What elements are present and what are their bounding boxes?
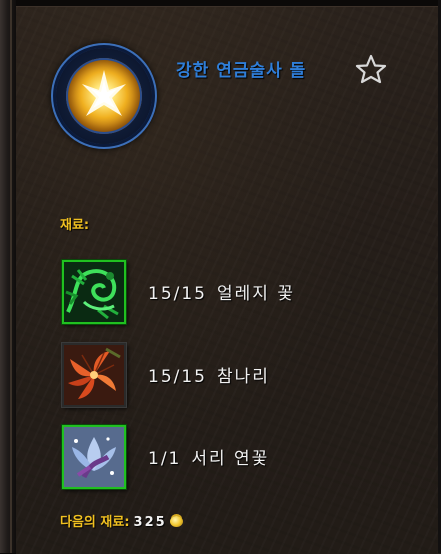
reagent-count: 15/15 — [148, 367, 207, 387]
reagent-name: 얼레지 꽃 — [217, 284, 295, 304]
recipe-detail-window: 강한 연금술사 돌 재료: 15/15 얼레지 꽃 15/15 참나리 1/1 … — [0, 0, 441, 554]
herb-green-icon[interactable] — [62, 260, 126, 324]
window-left-border — [0, 0, 16, 553]
reagents-label: 재료: — [60, 218, 90, 233]
recipe-title: 강한 연금술사 돌 — [176, 61, 307, 81]
star-outline-icon[interactable] — [354, 53, 388, 85]
reagent-count: 1/1 — [148, 449, 182, 469]
reagent-row[interactable]: 1/1 서리 연꽃 — [62, 425, 402, 491]
alchemist-stone-icon[interactable] — [56, 48, 152, 144]
reagent-count: 15/15 — [148, 284, 207, 304]
reagent-row[interactable]: 15/15 참나리 — [62, 343, 402, 409]
reagent-name: 서리 연꽃 — [191, 449, 270, 469]
frost-lotus-icon[interactable] — [62, 425, 126, 489]
reagent-cost-label: 다음의 재료: — [60, 515, 130, 530]
reagent-name: 참나리 — [217, 367, 270, 387]
reagent-row[interactable]: 15/15 얼레지 꽃 — [62, 260, 402, 326]
reagent-cost: 다음의 재료: 325 — [60, 511, 183, 530]
reagent-cost-value: 325 — [133, 515, 167, 530]
tiger-lily-icon[interactable] — [62, 343, 126, 407]
gold-coin-icon — [169, 516, 183, 527]
